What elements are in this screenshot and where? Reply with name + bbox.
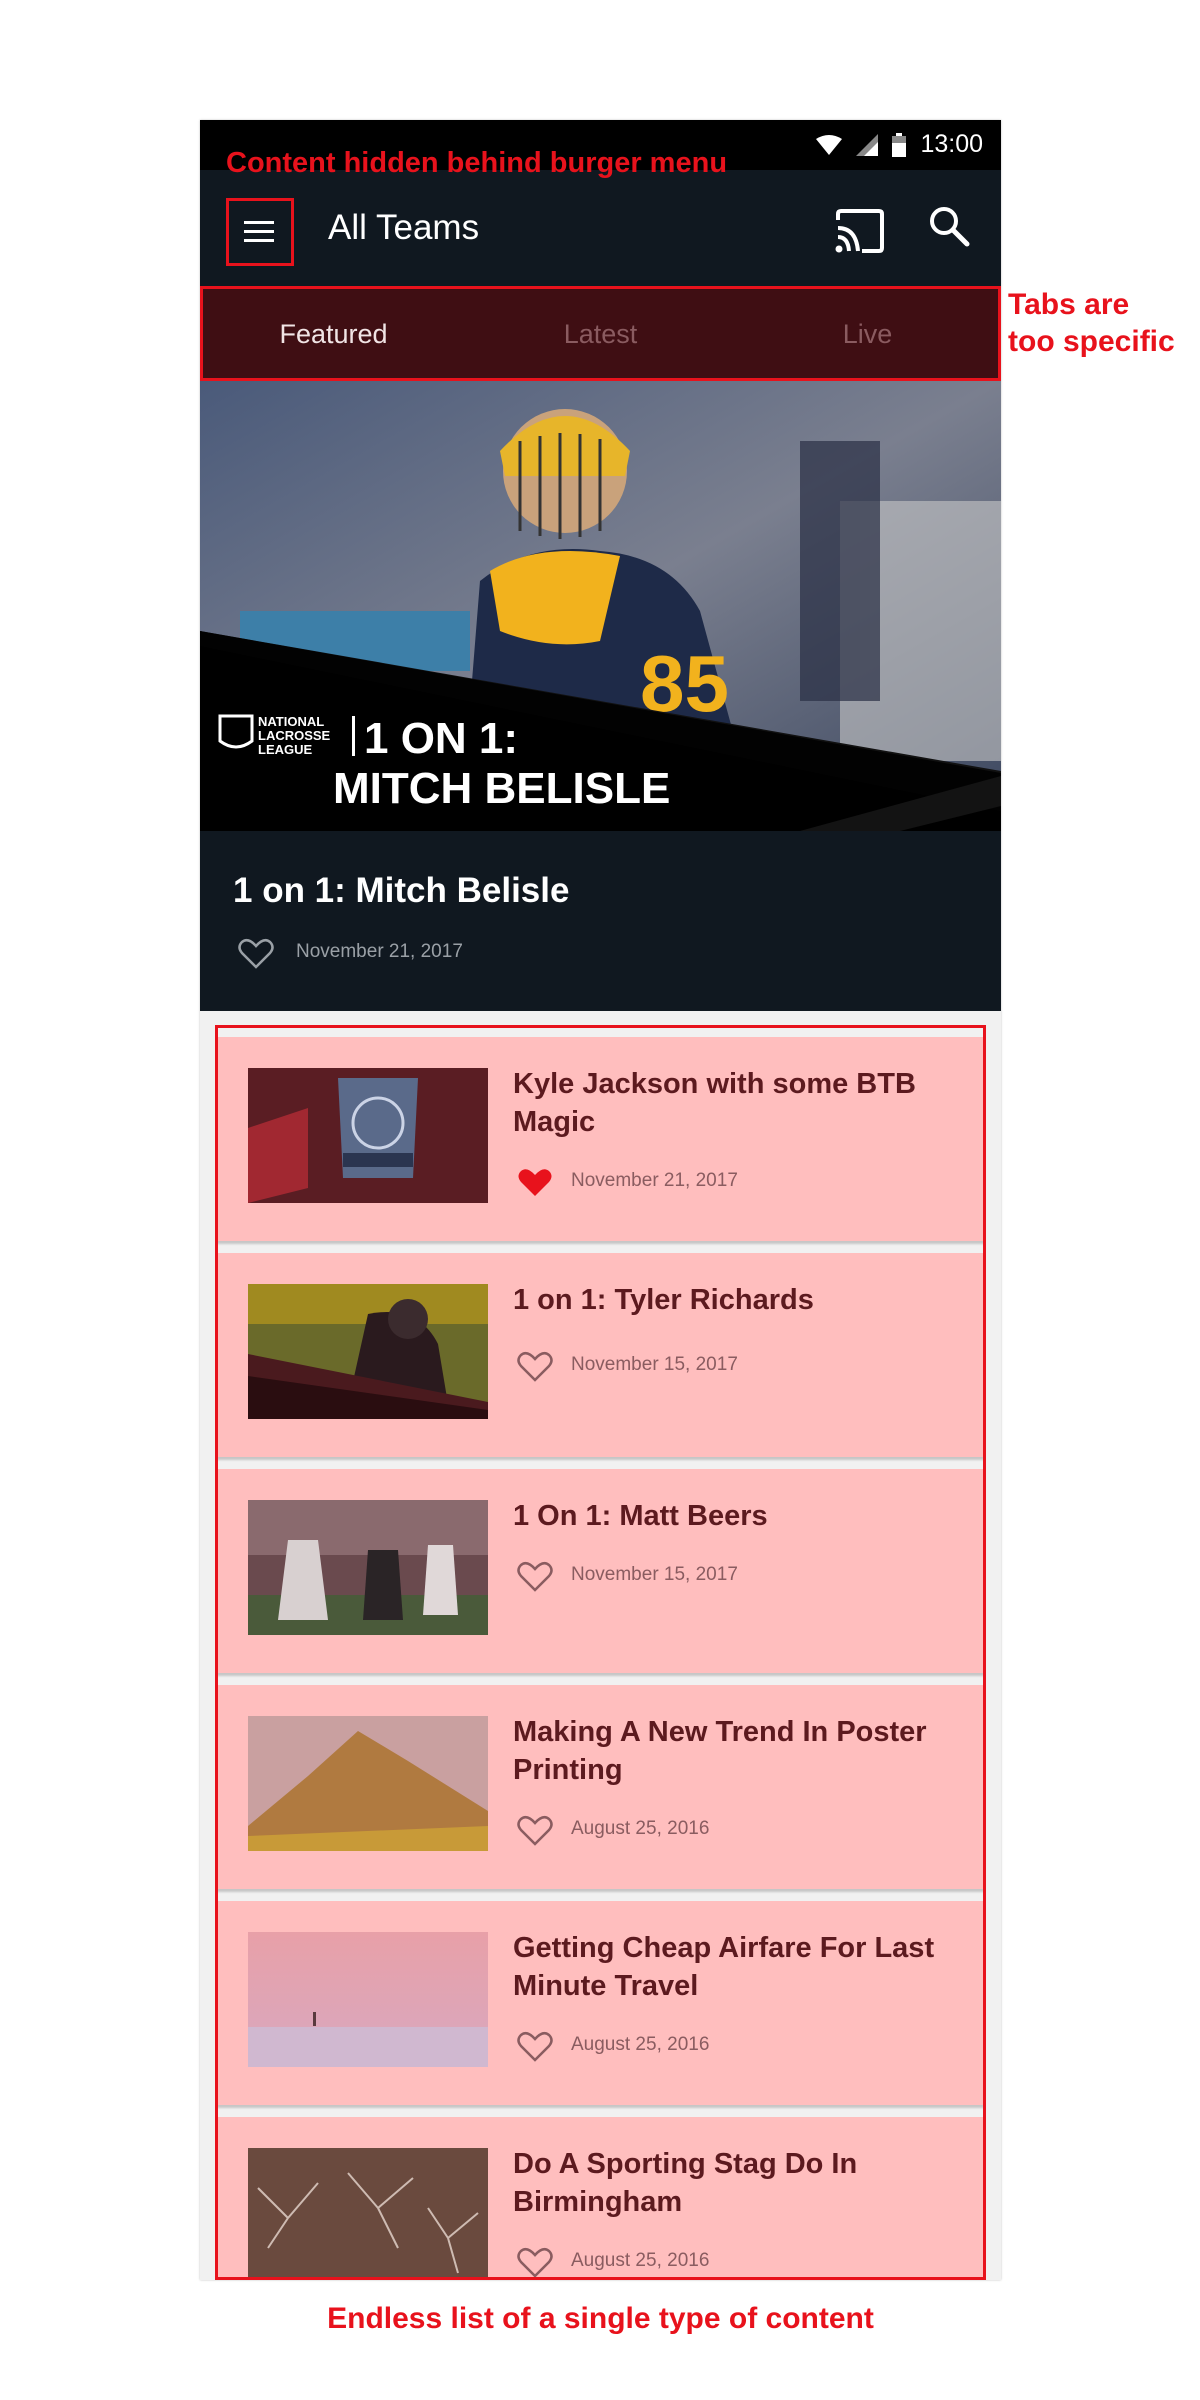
hero-graphic-line1: 1 ON 1:	[364, 714, 518, 763]
hero-image: 85 NATIONAL LACROSSE LEAGUE 1 ON 1: MITC…	[200, 381, 1001, 831]
list-item-date: November 15, 2017	[571, 1354, 738, 1375]
svg-text:LEAGUE: LEAGUE	[258, 742, 313, 757]
heart-outline-icon[interactable]	[517, 2031, 553, 2063]
list-item-date: November 15, 2017	[571, 1564, 738, 1585]
hero-video-thumbnail[interactable]: 85 NATIONAL LACROSSE LEAGUE 1 ON 1: MITC…	[200, 381, 1001, 831]
list-item-title: Do A Sporting Stag Do In Birmingham	[513, 2148, 858, 2218]
list-item-thumbnail	[248, 1716, 488, 1851]
hero-title[interactable]: 1 on 1: Mitch Belisle	[233, 871, 569, 911]
annotation-burger-menu: Content hidden behind burger menu	[226, 147, 728, 179]
heart-outline-icon[interactable]	[517, 2247, 553, 2279]
hero-graphic-line2: MITCH BELISLE	[333, 764, 670, 813]
list-item-title: Making A New Trend In Poster Printing	[513, 1716, 927, 1786]
list-item[interactable]: 1 On 1: Matt Beers November 15, 2017	[217, 1469, 984, 1673]
list-item-title: 1 on 1: Tyler Richards	[513, 1284, 814, 1316]
phone-screen: 13:00 All Teams Featured Latest Live 85 …	[200, 120, 1001, 2280]
list-item-date: August 25, 2016	[571, 2034, 710, 2055]
battery-icon	[892, 132, 907, 157]
list-item-thumbnail	[248, 1500, 488, 1635]
annotation-tabs-line2: too specific	[1008, 325, 1175, 358]
list-item-title: Getting Cheap Airfare For Last Minute Tr…	[513, 1932, 935, 2002]
hero-info: 1 on 1: Mitch Belisle November 21, 2017	[200, 831, 1001, 1011]
annotation-tabs-line1: Tabs are	[1008, 288, 1130, 321]
list-item-thumbnail	[248, 1284, 488, 1419]
status-time: 13:00	[920, 130, 983, 158]
cast-button[interactable]	[834, 208, 886, 254]
search-icon	[930, 207, 970, 247]
tab-bar: Featured Latest Live	[200, 288, 1001, 381]
heart-outline-icon[interactable]	[517, 1561, 553, 1593]
list-item[interactable]: 1 on 1: Tyler Richards November 15, 2017	[217, 1253, 984, 1457]
tab-latest[interactable]: Latest	[467, 288, 734, 381]
list-item-thumbnail	[248, 2148, 488, 2280]
list-item-title: 1 On 1: Matt Beers	[513, 1500, 768, 1532]
cast-icon	[835, 209, 884, 253]
annotation-endless-list: Endless list of a single type of content	[327, 2302, 874, 2335]
list-item-thumbnail	[248, 1068, 488, 1203]
svg-text:NATIONAL: NATIONAL	[258, 714, 324, 729]
list-item[interactable]: Kyle Jackson with some BTB Magic Novembe…	[217, 1037, 984, 1241]
content-list: Kyle Jackson with some BTB Magic Novembe…	[200, 1011, 1001, 2280]
list-item[interactable]: Making A New Trend In Poster Printing Au…	[217, 1685, 984, 1889]
search-button[interactable]	[927, 204, 973, 250]
svg-text:LACROSSE: LACROSSE	[258, 728, 331, 743]
app-title: All Teams	[328, 208, 480, 247]
wifi-icon	[816, 134, 843, 155]
heart-outline-icon[interactable]	[238, 938, 274, 970]
list-item[interactable]: Do A Sporting Stag Do In Birmingham Augu…	[217, 2117, 984, 2280]
heart-outline-icon[interactable]	[517, 1351, 553, 1383]
hero-date: November 21, 2017	[296, 941, 463, 962]
hamburger-menu-icon	[244, 221, 274, 242]
list-item-title: Kyle Jackson with some BTB Magic	[513, 1068, 916, 1138]
list-item-thumbnail	[248, 1932, 488, 2067]
list-item-date: November 21, 2017	[571, 1170, 738, 1191]
app-bar: All Teams	[200, 170, 1001, 288]
list-item-date: August 25, 2016	[571, 1818, 710, 1839]
menu-button[interactable]	[226, 199, 292, 265]
list-item[interactable]: Getting Cheap Airfare For Last Minute Tr…	[217, 1901, 984, 2105]
tab-featured[interactable]: Featured	[200, 288, 467, 381]
heart-outline-icon[interactable]	[517, 1815, 553, 1847]
tab-live[interactable]: Live	[734, 288, 1001, 381]
list-item-date: August 25, 2016	[571, 2250, 710, 2271]
heart-filled-icon[interactable]	[517, 1167, 553, 1199]
signal-icon	[856, 133, 879, 156]
